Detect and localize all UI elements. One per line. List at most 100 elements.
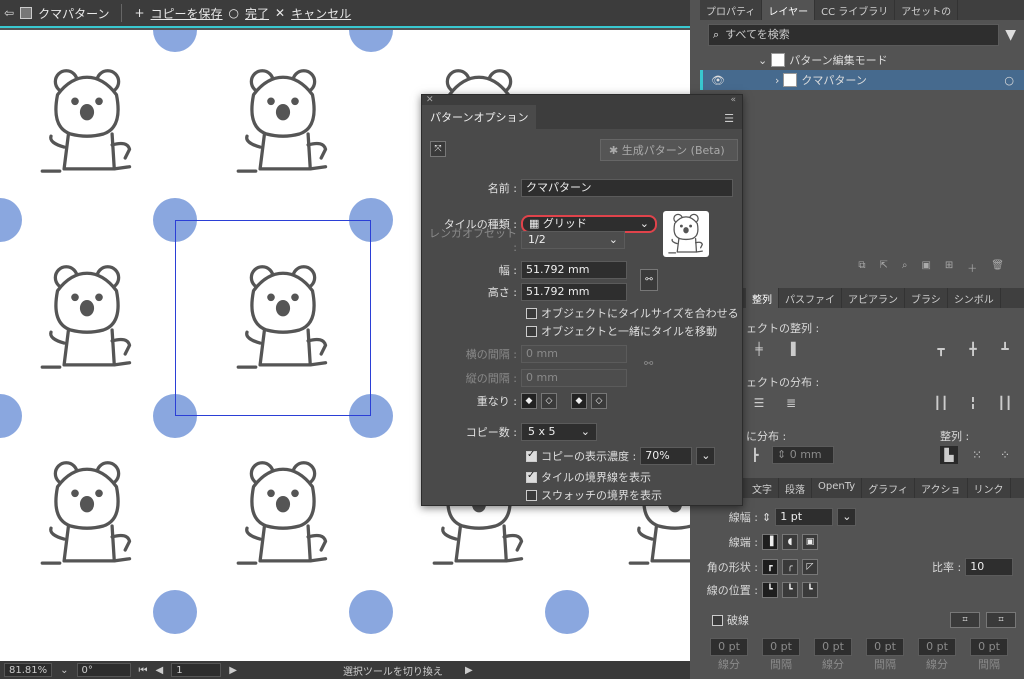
show-swatch-bounds-checkbox[interactable] bbox=[526, 489, 537, 501]
align-right-icon[interactable]: ▐ bbox=[782, 340, 800, 358]
align-to-key-object-icon[interactable]: ▙ bbox=[940, 446, 958, 464]
collect-export-icon[interactable]: ⧉ bbox=[858, 260, 865, 276]
layer-row-selected[interactable]: 👁 › クマパターン ○ bbox=[700, 70, 1024, 90]
align-bottom-icon[interactable]: ┻ bbox=[996, 340, 1014, 358]
align-top-icon[interactable]: ┳ bbox=[932, 340, 950, 358]
bevel-join-icon[interactable]: ◸ bbox=[802, 559, 818, 575]
butt-cap-icon[interactable]: ▐ bbox=[762, 534, 778, 550]
projecting-cap-icon[interactable]: ▣ bbox=[802, 534, 818, 550]
generate-pattern-button[interactable]: ✱ 生成パターン (Beta) bbox=[600, 139, 738, 161]
gap-input[interactable]: 0 pt bbox=[866, 638, 904, 656]
move-tile-checkbox[interactable] bbox=[526, 325, 537, 337]
chevron-down-icon[interactable]: ⌄ bbox=[60, 665, 68, 676]
tab-paragraph[interactable]: 段落 bbox=[779, 478, 812, 498]
new-sublayer-icon[interactable]: ⊞ bbox=[945, 260, 953, 276]
new-layer-icon[interactable]: ＋ bbox=[967, 260, 977, 276]
stroke-weight-input[interactable]: 1 pt bbox=[775, 508, 834, 526]
tab-layers[interactable]: レイヤー bbox=[762, 0, 816, 20]
stepper-icon[interactable]: ⇕ bbox=[762, 511, 771, 524]
dash-adjust-icon[interactable]: ⌗ bbox=[986, 612, 1016, 628]
tab-assets[interactable]: アセットの bbox=[895, 0, 959, 20]
eye-icon[interactable]: 👁 bbox=[711, 74, 751, 87]
miter-ratio-input[interactable]: 10 bbox=[965, 558, 1014, 576]
clipping-mask-icon[interactable]: ▣ bbox=[921, 260, 930, 276]
cancel-button[interactable]: キャンセル bbox=[291, 5, 351, 22]
dim-copies-input[interactable]: 70% bbox=[640, 447, 693, 465]
show-tile-edge-checkbox[interactable] bbox=[526, 470, 537, 483]
align-stroke-outside-icon[interactable]: ┗ bbox=[802, 582, 818, 598]
tab-links[interactable]: リンク bbox=[968, 478, 1011, 498]
align-stroke-center-icon[interactable]: ┗ bbox=[762, 582, 778, 598]
dash-input[interactable]: 0 pt bbox=[710, 638, 748, 656]
left-in-front-icon[interactable]: ◆ bbox=[521, 393, 537, 409]
tab-opentype[interactable]: OpenTy bbox=[812, 478, 863, 498]
link-dimensions-icon[interactable]: ⚯ bbox=[640, 269, 658, 291]
tile-tool-icon[interactable]: ⤧ bbox=[430, 141, 446, 157]
dim-copies-checkbox[interactable] bbox=[526, 449, 537, 462]
layer-search-input[interactable]: ⌕ すべてを検索 bbox=[708, 24, 1000, 46]
tab-align[interactable]: 整列 bbox=[746, 288, 779, 308]
distribute-v-center-icon[interactable]: ☰ bbox=[750, 394, 768, 412]
next-artboard-icon[interactable]: ▶ bbox=[229, 665, 237, 676]
locate-icon[interactable]: ⌕ bbox=[902, 260, 908, 276]
gap-input[interactable]: 0 pt bbox=[970, 638, 1008, 656]
align-to-selection-icon[interactable]: ⁙ bbox=[968, 446, 986, 464]
layer-row[interactable]: ⌄ パターン編集モード bbox=[700, 50, 1024, 70]
chevron-down-icon[interactable]: ⌄ bbox=[837, 508, 857, 526]
distribute-right-icon[interactable]: ┃┃ bbox=[996, 394, 1014, 412]
bottom-in-front-icon[interactable]: ◇ bbox=[591, 393, 607, 409]
name-input[interactable]: クマパターン bbox=[521, 179, 733, 197]
tab-symbols[interactable]: シンボル bbox=[948, 288, 1001, 308]
distribute-left-icon[interactable]: ┃┃ bbox=[932, 394, 950, 412]
target-circle-icon[interactable]: ○ bbox=[1004, 74, 1014, 87]
tab-character[interactable]: 文字 bbox=[746, 478, 779, 498]
copies-select[interactable]: 5 x 5 ⌄ bbox=[521, 423, 597, 441]
back-arrow-icon[interactable]: ⇦ bbox=[4, 6, 14, 20]
prev-artboard-icon[interactable]: ◀ bbox=[156, 665, 164, 676]
play-icon[interactable]: ▶ bbox=[465, 665, 473, 676]
distribute-bottom-icon[interactable]: ≣ bbox=[782, 394, 800, 412]
right-in-front-icon[interactable]: ◇ bbox=[541, 393, 557, 409]
tab-pathfinder[interactable]: パスファイ bbox=[779, 288, 842, 308]
tab-cc-libraries[interactable]: CC ライブラリ bbox=[815, 0, 896, 20]
tab-actions[interactable]: アクショ bbox=[915, 478, 968, 498]
dash-input[interactable]: 0 pt bbox=[918, 638, 956, 656]
dashed-line-checkbox[interactable] bbox=[712, 614, 723, 626]
export-icon[interactable]: ⇱ bbox=[879, 260, 887, 276]
tab-brushes[interactable]: ブラシ bbox=[905, 288, 948, 308]
chevron-down-icon[interactable]: ⌄ bbox=[758, 54, 767, 67]
align-to-artboard-icon[interactable]: ⁘ bbox=[996, 446, 1014, 464]
top-in-front-icon[interactable]: ◆ bbox=[571, 393, 587, 409]
tab-properties[interactable]: プロパティ bbox=[700, 0, 763, 20]
save-copy-button[interactable]: コピーを保存 bbox=[151, 5, 223, 22]
trash-icon[interactable]: 🗑 bbox=[991, 260, 1004, 276]
align-stroke-inside-icon[interactable]: ┗ bbox=[782, 582, 798, 598]
dash-exact-icon[interactable]: ⌗ bbox=[950, 612, 980, 628]
miter-join-icon[interactable]: ┏ bbox=[762, 559, 778, 575]
gap-input[interactable]: 0 pt bbox=[762, 638, 800, 656]
tab-appearance[interactable]: アピアラン bbox=[842, 288, 905, 308]
fit-tile-checkbox[interactable] bbox=[526, 307, 537, 319]
tab-pattern-options[interactable]: パターンオプション bbox=[422, 105, 537, 129]
distribute-spacing-icon[interactable]: ┣ bbox=[746, 446, 764, 464]
width-input[interactable]: 51.792 mm bbox=[521, 261, 627, 279]
align-h-center-icon[interactable]: ╪ bbox=[750, 340, 768, 358]
panel-menu-icon[interactable]: ☰ bbox=[724, 112, 742, 129]
dash-input[interactable]: 0 pt bbox=[814, 638, 852, 656]
collapse-icon[interactable]: « bbox=[730, 95, 736, 107]
tab-graphic-styles[interactable]: グラフィ bbox=[862, 478, 915, 498]
rotation-field[interactable]: 0° bbox=[76, 663, 131, 677]
filter-icon[interactable]: ▼ bbox=[1005, 27, 1016, 43]
artboard-field[interactable]: 1 bbox=[171, 663, 222, 677]
first-artboard-icon[interactable]: ⏮ bbox=[139, 665, 148, 676]
round-cap-icon[interactable]: ◖ bbox=[782, 534, 798, 550]
height-input[interactable]: 51.792 mm bbox=[521, 283, 627, 301]
align-v-center-icon[interactable]: ╋ bbox=[964, 340, 982, 358]
zoom-field[interactable]: 81.81% bbox=[4, 663, 53, 677]
done-button[interactable]: 完了 bbox=[245, 5, 269, 22]
chevron-down-icon[interactable]: ⌄ bbox=[696, 447, 716, 465]
distribute-h-center-icon[interactable]: ╏ bbox=[964, 394, 982, 412]
round-join-icon[interactable]: ╭ bbox=[782, 559, 798, 575]
pattern-tile-boundary[interactable] bbox=[175, 220, 371, 416]
chevron-right-icon[interactable]: › bbox=[775, 74, 779, 87]
